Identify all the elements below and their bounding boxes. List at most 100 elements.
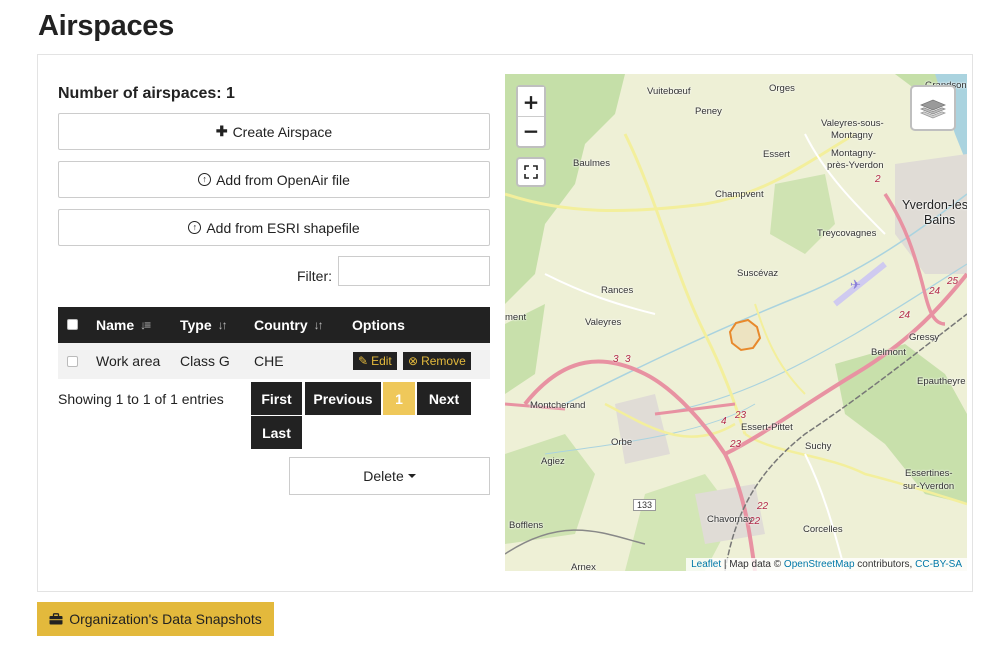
map-place-label: Baulmes xyxy=(573,158,610,169)
page-last-button[interactable]: Last xyxy=(251,416,302,449)
road-number-label: 3 xyxy=(613,354,619,365)
airspace-map[interactable]: Vuitebœuf Orges Grandson Peney Valeyres-… xyxy=(505,74,967,571)
row-country: CHE xyxy=(254,353,284,369)
road-number-label: 24 xyxy=(929,286,941,297)
map-place-label: Essertines- xyxy=(905,468,953,479)
map-place-label: Vuitebœuf xyxy=(647,86,691,97)
map-place-label: Montagny xyxy=(831,130,873,141)
row-type: Class G xyxy=(180,353,230,369)
column-type-header[interactable]: Type ↓↑ xyxy=(180,317,228,333)
road-number-label: 22 xyxy=(757,501,769,512)
upload-circle-icon: ↑ xyxy=(198,173,212,186)
map-place-label: Peney xyxy=(695,106,722,117)
road-number-label: 4 xyxy=(721,416,727,427)
road-number-label: 23 xyxy=(730,439,742,450)
filter-label: Filter: xyxy=(297,268,332,284)
sort-icon: ↓↑ xyxy=(217,318,228,332)
page-previous-button[interactable]: Previous xyxy=(305,382,381,415)
map-place-label: Bains xyxy=(924,213,956,227)
delete-dropdown-button[interactable]: Delete xyxy=(289,457,490,495)
map-tiles xyxy=(505,74,967,571)
remove-button[interactable]: ⊗ Remove xyxy=(403,352,471,370)
map-place-label: Corcelles xyxy=(803,524,843,535)
leaflet-link[interactable]: Leaflet xyxy=(691,559,721,570)
map-attribution: Leaflet | Map data © OpenStreetMap contr… xyxy=(686,558,967,571)
road-number-label: 25 xyxy=(947,276,959,287)
map-place-label: Montcherand xyxy=(530,400,586,411)
road-number-label: 24 xyxy=(899,310,911,321)
sort-icon: ↓↑ xyxy=(313,318,324,332)
road-number-label: 22 xyxy=(749,516,761,527)
filter-input[interactable] xyxy=(338,256,490,286)
page-next-button[interactable]: Next xyxy=(417,382,471,415)
map-place-label: Agiez xyxy=(541,456,565,467)
edit-button[interactable]: ✎ Edit xyxy=(353,352,397,370)
table-row: Work area Class G CHE ✎ Edit ⊗ Remove xyxy=(58,343,490,379)
briefcase-icon xyxy=(49,613,63,625)
plus-icon: ✚ xyxy=(215,123,228,139)
airport-icon: ✈ xyxy=(850,277,861,292)
column-options-header: Options xyxy=(352,317,405,333)
zoom-in-button[interactable]: + xyxy=(518,87,544,116)
map-place-label: Suscévaz xyxy=(737,268,779,279)
upload-circle-icon: ↑ xyxy=(188,221,202,234)
delete-label: Delete xyxy=(363,468,404,484)
add-openair-label: Add from OpenAir file xyxy=(216,171,350,188)
osm-link[interactable]: OpenStreetMap xyxy=(784,559,855,570)
layers-icon xyxy=(920,99,946,119)
map-place-label: Yverdon-les- xyxy=(902,198,967,212)
road-number-label: 23 xyxy=(735,410,747,421)
pagination-info: Showing 1 to 1 of 1 entries xyxy=(58,391,224,407)
row-checkbox[interactable] xyxy=(67,356,78,367)
page-first-button[interactable]: First xyxy=(251,382,302,415)
road-number-label: 133 xyxy=(633,499,657,511)
add-openair-button[interactable]: ↑ Add from OpenAir file xyxy=(58,161,490,198)
data-snapshots-label: Organization's Data Snapshots xyxy=(69,611,262,627)
map-place-label: Bofflens xyxy=(509,520,544,531)
caret-down-icon xyxy=(407,474,416,478)
add-esri-button[interactable]: ↑ Add from ESRI shapefile xyxy=(58,209,490,246)
remove-circle-icon: ⊗ xyxy=(408,354,419,368)
map-place-label: ment xyxy=(505,312,527,323)
map-place-label: Epautheyre xyxy=(917,376,966,387)
map-place-label: Belmont xyxy=(871,347,906,358)
map-place-label: Treycovagnes xyxy=(817,228,877,239)
sort-desc-icon: ↓≡ xyxy=(140,318,151,332)
map-place-label: Essert-Pittet xyxy=(741,422,793,433)
fullscreen-button[interactable] xyxy=(516,157,546,187)
map-place-label: Montagny- xyxy=(831,148,876,159)
map-place-label: Chavornay xyxy=(707,514,753,525)
zoom-control: + − xyxy=(516,85,546,148)
road-number-label: 2 xyxy=(875,174,881,185)
map-place-label: Orges xyxy=(769,83,795,94)
create-airspace-label: Create Airspace xyxy=(232,123,333,140)
column-name-header[interactable]: Name ↓≡ xyxy=(96,317,151,333)
create-airspace-button[interactable]: ✚ Create Airspace xyxy=(58,113,490,150)
select-all-checkbox[interactable] xyxy=(67,319,78,330)
add-esri-label: Add from ESRI shapefile xyxy=(206,219,360,236)
layers-button[interactable] xyxy=(910,85,956,131)
data-snapshots-button[interactable]: Organization's Data Snapshots xyxy=(37,602,274,636)
airspace-count: Number of airspaces: 1 xyxy=(58,85,235,102)
page-current-button[interactable]: 1 xyxy=(383,382,415,415)
map-place-label: Valeyres-sous- xyxy=(821,118,884,129)
map-place-label: Rances xyxy=(601,285,634,296)
map-place-label: Essert xyxy=(763,149,790,160)
map-place-label: près-Yverdon xyxy=(827,160,884,171)
map-place-label: Suchy xyxy=(805,441,832,452)
map-place-label: Champvent xyxy=(715,189,764,200)
page-title: Airspaces xyxy=(38,10,174,42)
map-place-label: Valeyres xyxy=(585,317,622,328)
table-header: Name ↓≡ Type ↓↑ Country ↓↑ Options xyxy=(58,307,490,343)
column-country-header[interactable]: Country ↓↑ xyxy=(254,317,324,333)
map-place-label: sur-Yverdon xyxy=(903,481,955,492)
fullscreen-icon xyxy=(524,165,538,179)
map-place-label: Orbe xyxy=(611,437,633,448)
zoom-out-button[interactable]: − xyxy=(518,116,544,145)
map-place-label: Gressy xyxy=(909,332,940,343)
row-name: Work area xyxy=(96,353,161,369)
license-link[interactable]: CC-BY-SA xyxy=(915,559,962,570)
edit-icon: ✎ xyxy=(358,354,369,368)
map-place-label: Arnex xyxy=(571,562,596,571)
road-number-label: 3 xyxy=(625,354,631,365)
